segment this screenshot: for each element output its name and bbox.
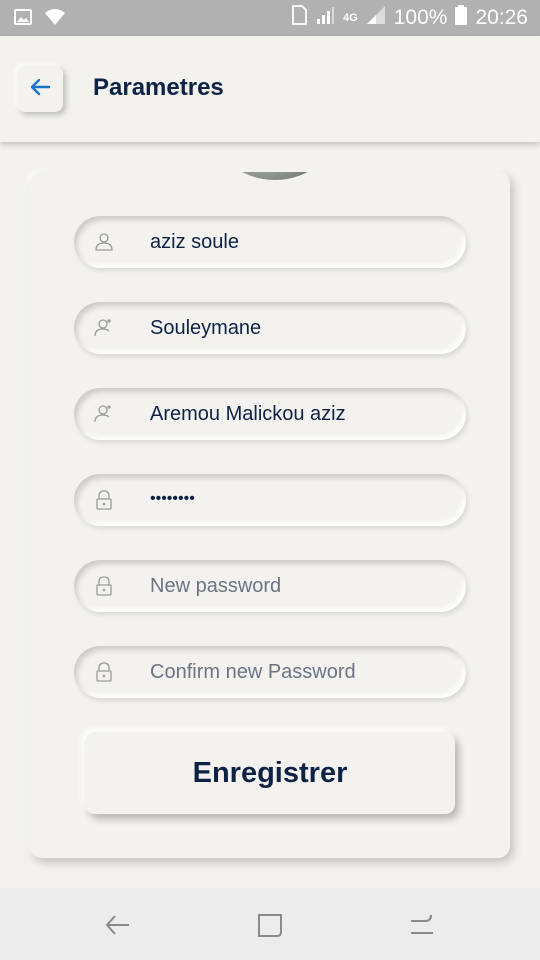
user-edit-icon	[94, 404, 114, 424]
back-nav-icon[interactable]	[103, 910, 133, 940]
lock-icon	[94, 662, 114, 682]
new-password-placeholder: New password	[150, 575, 282, 597]
new-password-field[interactable]: New password	[74, 560, 466, 612]
current-password-field[interactable]: ••••••••	[74, 474, 466, 526]
first-name-field[interactable]: Souleymane	[74, 302, 466, 354]
clock: 20:26	[475, 6, 528, 29]
back-button[interactable]	[17, 66, 63, 112]
full-name-value: Aremou Malickou aziz	[150, 403, 346, 425]
wifi-icon	[44, 8, 66, 30]
app-bar: Parametres	[0, 36, 540, 142]
user-icon	[94, 232, 114, 252]
save-button[interactable]: Enregistrer	[85, 732, 455, 814]
recents-nav-icon[interactable]	[255, 910, 285, 940]
sim-icon	[291, 5, 307, 31]
confirm-password-placeholder: Confirm new Password	[150, 661, 356, 683]
menu-nav-icon[interactable]	[407, 910, 437, 940]
confirm-password-field[interactable]: Confirm new Password	[74, 646, 466, 698]
status-bar: 4G 100% 20:26	[0, 0, 540, 36]
lock-icon	[94, 490, 114, 510]
signal-icon	[366, 5, 386, 31]
battery-icon	[455, 5, 468, 31]
signal-icon	[315, 5, 335, 31]
avatar[interactable]	[210, 172, 340, 180]
username-value: aziz soule	[150, 231, 239, 253]
system-nav-bar	[0, 888, 540, 960]
network-type: 4G	[343, 12, 358, 24]
first-name-value: Souleymane	[150, 317, 262, 339]
current-password-value: ••••••••	[150, 490, 195, 507]
settings-content: aziz soule Souleymane Aremou Malickou az…	[0, 142, 540, 888]
user-edit-icon	[94, 318, 114, 338]
lock-icon	[94, 576, 114, 596]
username-field[interactable]: aziz soule	[74, 216, 466, 268]
profile-card: aziz soule Souleymane Aremou Malickou az…	[30, 172, 510, 858]
image-icon	[14, 9, 32, 29]
battery-percent: 100%	[393, 6, 448, 29]
full-name-field[interactable]: Aremou Malickou aziz	[74, 388, 466, 440]
page-title: Parametres	[93, 74, 224, 101]
arrow-left-icon	[29, 78, 51, 100]
